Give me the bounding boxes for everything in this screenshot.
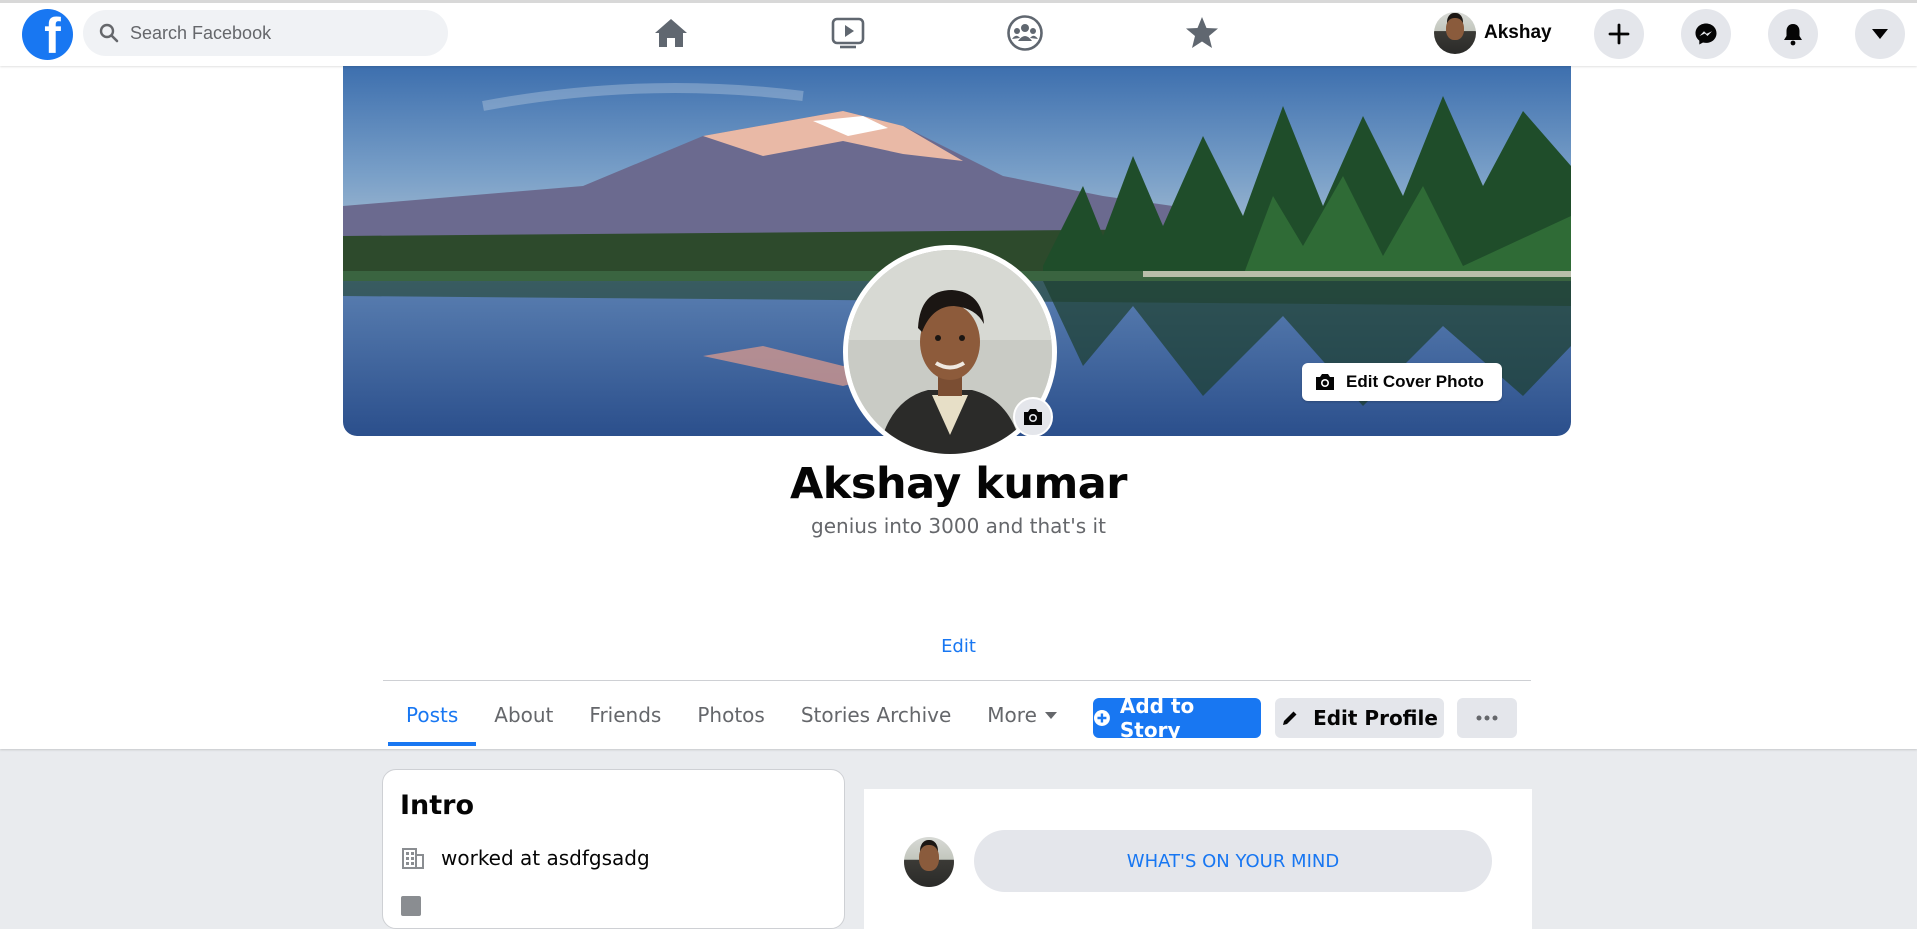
tabs-divider <box>383 680 1531 681</box>
account-menu-button[interactable] <box>1855 9 1905 59</box>
search-bar[interactable] <box>83 10 448 56</box>
intro-card: Intro worked at asdfgsadg <box>382 769 845 929</box>
education-icon <box>401 896 421 916</box>
tab-more[interactable]: More <box>969 684 1075 746</box>
tab-label: Stories Archive <box>800 703 952 727</box>
intro-work-item: worked at asdfgsadg <box>401 846 650 870</box>
top-navigation-bar: f Akshay <box>0 0 1917 66</box>
search-icon <box>99 23 119 43</box>
home-icon[interactable] <box>646 12 696 54</box>
tab-photos[interactable]: Photos <box>679 684 782 746</box>
profile-header: Edit Cover Photo Akshay kumar genius int… <box>0 66 1917 749</box>
tab-about[interactable]: About <box>476 684 571 746</box>
intro-work-text: worked at asdfgsadg <box>441 846 650 870</box>
edit-bio-link[interactable]: Edit <box>0 636 1917 657</box>
tab-label: About <box>494 703 554 727</box>
plus-icon <box>1608 23 1630 45</box>
notifications-icon <box>1784 24 1802 46</box>
tab-stories-archive[interactable]: Stories Archive <box>783 684 969 746</box>
pencil-icon <box>1283 711 1297 725</box>
update-profile-picture-button[interactable] <box>1013 397 1053 437</box>
camera-icon <box>1024 409 1042 425</box>
user-name: Akshay <box>1484 22 1552 43</box>
edit-cover-photo-button[interactable]: Edit Cover Photo <box>1302 363 1502 401</box>
building-icon <box>402 848 424 869</box>
groups-icon[interactable] <box>1000 12 1050 54</box>
tab-label: Posts <box>406 703 459 727</box>
avatar <box>1434 12 1476 54</box>
avatar <box>904 837 954 887</box>
facebook-logo[interactable]: f <box>22 9 73 60</box>
messenger-button[interactable] <box>1681 9 1731 59</box>
notifications-button[interactable] <box>1768 9 1818 59</box>
ellipsis-icon <box>1476 715 1498 721</box>
tab-posts[interactable]: Posts <box>388 684 477 746</box>
logo-letter: f <box>44 9 61 60</box>
add-to-story-button[interactable]: Add to Story <box>1093 694 1261 742</box>
plus-circle-icon <box>1093 710 1110 726</box>
tab-label: Photos <box>697 703 765 727</box>
camera-icon <box>1316 374 1334 390</box>
whats-on-your-mind-input[interactable]: WHAT'S ON YOUR MIND <box>974 830 1492 892</box>
add-to-story-label: Add to Story <box>1119 694 1195 742</box>
edit-profile-button[interactable]: Edit Profile <box>1275 698 1444 738</box>
post-composer: WHAT'S ON YOUR MIND <box>864 789 1532 929</box>
profile-name: Akshay kumar <box>789 459 1128 509</box>
more-options-button[interactable] <box>1457 698 1517 738</box>
profile-tabs: Posts About Friends Photos Stories Archi… <box>388 684 1075 746</box>
profile-shortcut[interactable]: Akshay <box>1428 10 1558 56</box>
create-button[interactable] <box>1594 9 1644 59</box>
favorites-icon[interactable] <box>1177 12 1227 54</box>
watch-icon[interactable] <box>823 12 873 54</box>
tab-label: More <box>987 703 1037 727</box>
tab-label: Friends <box>589 703 662 727</box>
chevron-down-icon <box>1872 29 1888 39</box>
edit-profile-label: Edit Profile <box>1313 706 1438 730</box>
edit-cover-label: Edit Cover Photo <box>1346 372 1484 391</box>
tab-friends[interactable]: Friends <box>571 684 679 746</box>
messenger-icon <box>1695 23 1717 45</box>
search-input[interactable] <box>128 21 432 45</box>
caret-down-icon <box>1044 711 1057 719</box>
intro-title: Intro <box>400 790 475 821</box>
profile-bio: genius into 3000 and that's it <box>811 514 1106 538</box>
top-border <box>0 0 1917 3</box>
